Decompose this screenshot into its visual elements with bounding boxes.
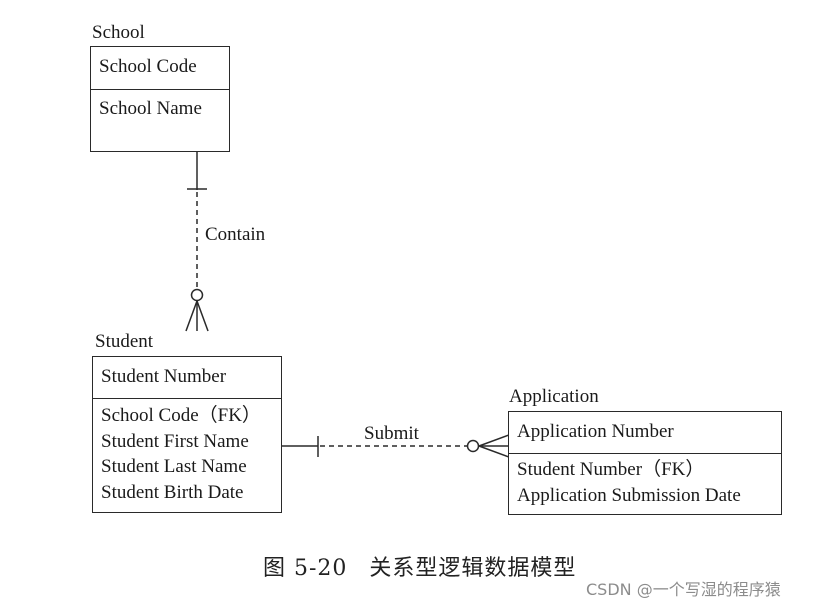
submit-crowfoot-top (478, 434, 510, 447)
contain-relationship-label: Contain (205, 224, 266, 245)
submit-relationship-label: Submit (364, 423, 419, 444)
contain-zero-circle (190, 288, 204, 302)
submit-zero-circle (466, 439, 480, 453)
application-attribute: Student Number（FK） (517, 459, 705, 480)
student-entity: Student Number School Code（FK） Student F… (92, 356, 282, 513)
application-entity: Application Number Student Number（FK） Ap… (508, 411, 782, 515)
student-attribute: Student First Name (101, 430, 249, 452)
school-attribute: School Name (99, 98, 202, 119)
school-attributes: School Name (91, 90, 229, 122)
student-primary-key: Student Number (93, 357, 281, 399)
watermark: CSDN @一个写湿的程序猿 (586, 580, 781, 599)
school-entity: School Code School Name (90, 46, 230, 152)
school-primary-key: School Code (91, 47, 229, 90)
application-primary-key: Application Number (509, 412, 781, 454)
application-attributes: Student Number（FK） Application Submissio… (509, 454, 781, 508)
school-entity-name: School (92, 22, 145, 43)
student-entity-name: Student (95, 331, 154, 352)
contain-crowfoot-left (185, 300, 198, 332)
figure-number: 图 5-20 (263, 556, 348, 581)
figure-title: 关系型逻辑数据模型 (369, 556, 577, 581)
figure-caption: 图 5-20 关系型逻辑数据模型 (263, 550, 576, 582)
student-attribute: School Code（FK） (101, 405, 261, 426)
student-attributes: School Code（FK） Student First Name Stude… (93, 399, 281, 505)
submit-crowfoot-bottom (478, 445, 510, 458)
student-attribute: Student Birth Date (101, 481, 244, 503)
application-entity-name: Application (509, 386, 599, 407)
student-attribute: Student Last Name (101, 456, 247, 477)
contain-crowfoot-right (196, 300, 209, 332)
application-attribute: Application Submission Date (517, 484, 741, 506)
